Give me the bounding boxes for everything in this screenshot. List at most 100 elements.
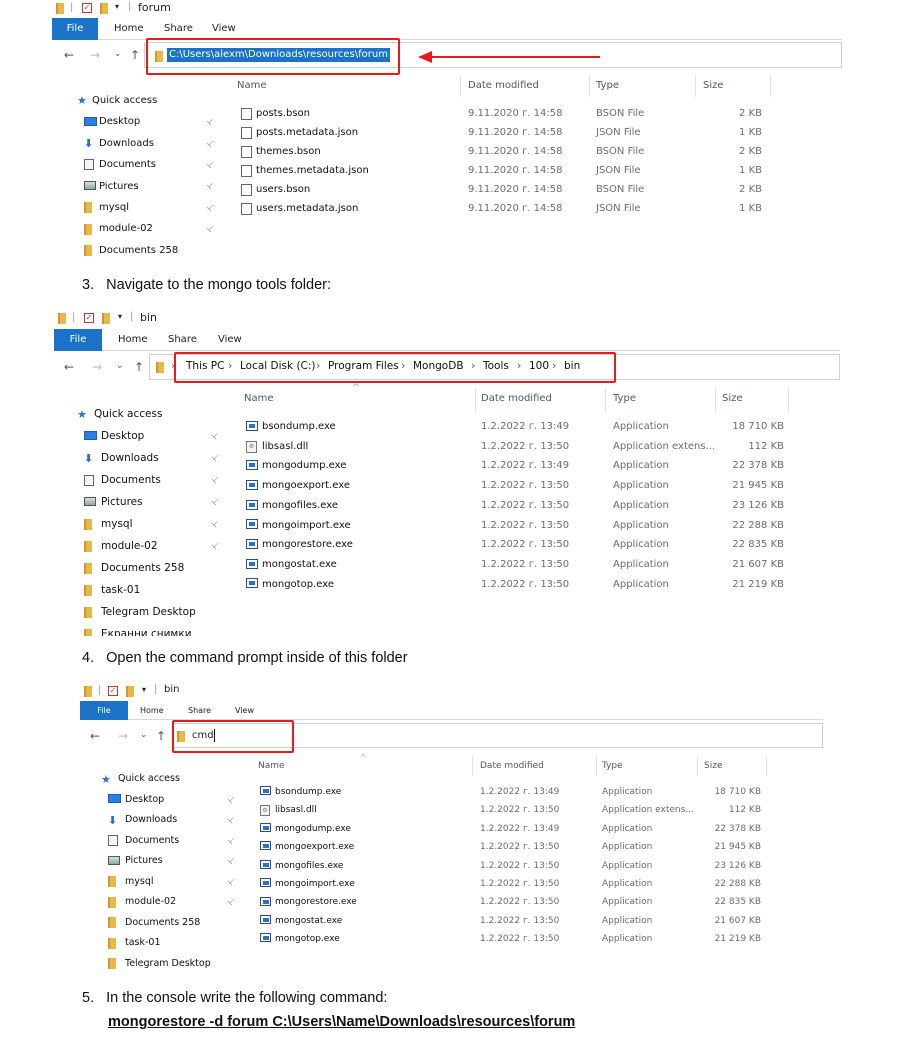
sidebar-item-quick-access[interactable]: Quick access <box>94 403 162 425</box>
up-arrow-icon[interactable]: ↑ <box>130 48 140 62</box>
pin-icon[interactable]: ⊥ <box>205 137 216 148</box>
tab-share[interactable]: Share <box>168 329 197 351</box>
tab-file[interactable]: File <box>52 18 98 40</box>
dropdown-icon[interactable]: ▾ <box>118 312 122 321</box>
forward-arrow-icon[interactable]: → <box>90 48 100 62</box>
sidebar-item-mysql[interactable]: mysql <box>125 872 154 893</box>
sidebar-item-pictures[interactable]: Pictures <box>99 176 139 197</box>
pin-icon[interactable]: ⊥ <box>226 896 237 907</box>
tab-share[interactable]: Share <box>188 701 211 720</box>
pin-icon[interactable]: ⊥ <box>210 474 221 485</box>
sidebar-item-downloads[interactable]: Downloads <box>101 447 159 469</box>
pin-icon[interactable]: ⊥ <box>210 540 221 551</box>
sidebar-item-екранни-снимки[interactable]: Екранни снимки <box>101 623 192 636</box>
sidebar-item-desktop[interactable]: Desktop <box>99 111 140 132</box>
forward-arrow-icon[interactable]: → <box>118 729 128 743</box>
back-arrow-icon[interactable]: ← <box>64 360 74 374</box>
sidebar-item-quick-access[interactable]: Quick access <box>92 90 157 111</box>
sidebar-item-telegram-desktop[interactable]: Telegram Desktop <box>125 954 211 975</box>
sidebar-item-documents-258[interactable]: Documents 258 <box>99 240 178 261</box>
sidebar-item-documents-258[interactable]: Documents 258 <box>125 913 200 934</box>
checkbox-icon[interactable]: ✓ <box>82 3 92 13</box>
sidebar-item-module-02[interactable]: module-02 <box>99 218 153 239</box>
column-size[interactable]: Size <box>722 393 743 404</box>
sidebar-item-desktop[interactable]: Desktop <box>101 425 144 447</box>
file-type: Application <box>613 558 669 570</box>
folder-icon <box>84 628 92 636</box>
column-date[interactable]: Date modified <box>468 80 539 91</box>
dropdown-icon[interactable]: ▾ <box>115 2 119 11</box>
tab-share[interactable]: Share <box>164 18 193 40</box>
forward-arrow-icon[interactable]: → <box>92 360 102 374</box>
column-size[interactable]: Size <box>703 80 724 91</box>
file-date: 1.2.2022 г. 13:50 <box>481 578 570 590</box>
sidebar-item-quick-access[interactable]: Quick access <box>118 769 180 790</box>
recent-chevron-icon[interactable]: ⌄ <box>116 361 124 371</box>
column-name[interactable]: Name <box>258 761 285 771</box>
column-size[interactable]: Size <box>704 761 722 771</box>
pin-icon[interactable]: ⊥ <box>210 496 221 507</box>
tab-view[interactable]: View <box>218 329 242 351</box>
tab-file[interactable]: File <box>80 701 128 720</box>
file-size: 22 378 KB <box>714 823 761 834</box>
pin-icon[interactable]: ⊥ <box>205 223 216 234</box>
sidebar-item-documents[interactable]: Documents <box>101 469 161 491</box>
column-date[interactable]: Date modified <box>480 761 544 771</box>
explorer-window-bin-cmd: | ✓ ▾ | bin File Home Share View ← → ⌄ ↑… <box>80 683 823 975</box>
sidebar-item-pictures[interactable]: Pictures <box>125 851 163 872</box>
sidebar-item-telegram-desktop[interactable]: Telegram Desktop <box>101 601 196 623</box>
sidebar-item-mysql[interactable]: mysql <box>99 197 129 218</box>
sidebar-item-desktop[interactable]: Desktop <box>125 790 164 811</box>
pin-icon[interactable]: ⊥ <box>205 116 216 127</box>
pin-icon[interactable]: ⊥ <box>205 202 216 213</box>
tab-home[interactable]: Home <box>114 18 144 40</box>
pin-icon[interactable]: ⊥ <box>226 876 237 887</box>
ribbon-tabs: File Home Share View <box>80 701 823 720</box>
column-type[interactable]: Type <box>602 761 623 771</box>
recent-chevron-icon[interactable]: ⌄ <box>140 730 148 740</box>
checkbox-icon[interactable]: ✓ <box>84 313 94 323</box>
column-name[interactable]: Name <box>237 80 267 91</box>
sidebar-item-downloads[interactable]: Downloads <box>125 810 177 831</box>
sidebar-item-documents[interactable]: Documents <box>99 154 156 175</box>
pin-icon[interactable]: ⊥ <box>210 430 221 441</box>
file-size: 21 607 KB <box>714 915 761 926</box>
sidebar-item-task-01[interactable]: task-01 <box>125 933 161 954</box>
up-arrow-icon[interactable]: ↑ <box>134 360 144 374</box>
file-date: 9.11.2020 г. 14:58 <box>468 127 563 138</box>
column-type[interactable]: Type <box>613 393 636 404</box>
back-arrow-icon[interactable]: ← <box>64 48 74 62</box>
recent-chevron-icon[interactable]: ⌄ <box>114 49 122 59</box>
pin-icon[interactable]: ⊥ <box>226 814 237 825</box>
pin-icon[interactable]: ⊥ <box>226 835 237 846</box>
tab-view[interactable]: View <box>212 18 236 40</box>
sidebar-item-module-02[interactable]: module-02 <box>125 892 176 913</box>
checkbox-icon[interactable]: ✓ <box>108 686 118 696</box>
sidebar-item-task-01[interactable]: task-01 <box>101 579 140 601</box>
tab-home[interactable]: Home <box>140 701 164 720</box>
file-date: 9.11.2020 г. 14:58 <box>468 203 563 214</box>
sidebar-item-downloads[interactable]: Downloads <box>99 133 154 154</box>
pin-icon[interactable]: ⊥ <box>210 518 221 529</box>
dropdown-icon[interactable]: ▾ <box>142 685 146 694</box>
pin-icon[interactable]: ⊥ <box>226 794 237 805</box>
sidebar-item-documents[interactable]: Documents <box>125 831 179 852</box>
sidebar-item-documents-258[interactable]: Documents 258 <box>101 557 184 579</box>
tab-home[interactable]: Home <box>118 329 148 351</box>
column-date[interactable]: Date modified <box>481 393 552 404</box>
file-name: mongofiles.exe <box>275 860 344 871</box>
up-arrow-icon[interactable]: ↑ <box>156 729 166 743</box>
back-arrow-icon[interactable]: ← <box>90 729 100 743</box>
column-name[interactable]: Name <box>244 393 274 404</box>
sidebar-item-mysql[interactable]: mysql <box>101 513 133 535</box>
sidebar-item-module-02[interactable]: module-02 <box>101 535 158 557</box>
sidebar-item-pictures[interactable]: Pictures <box>101 491 143 513</box>
pin-icon[interactable]: ⊥ <box>210 452 221 463</box>
application-icon <box>260 841 271 851</box>
tab-file[interactable]: File <box>54 329 102 351</box>
tab-view[interactable]: View <box>235 701 254 720</box>
pin-icon[interactable]: ⊥ <box>205 159 216 170</box>
column-type[interactable]: Type <box>596 80 619 91</box>
pin-icon[interactable]: ⊥ <box>205 180 216 191</box>
pin-icon[interactable]: ⊥ <box>226 855 237 866</box>
